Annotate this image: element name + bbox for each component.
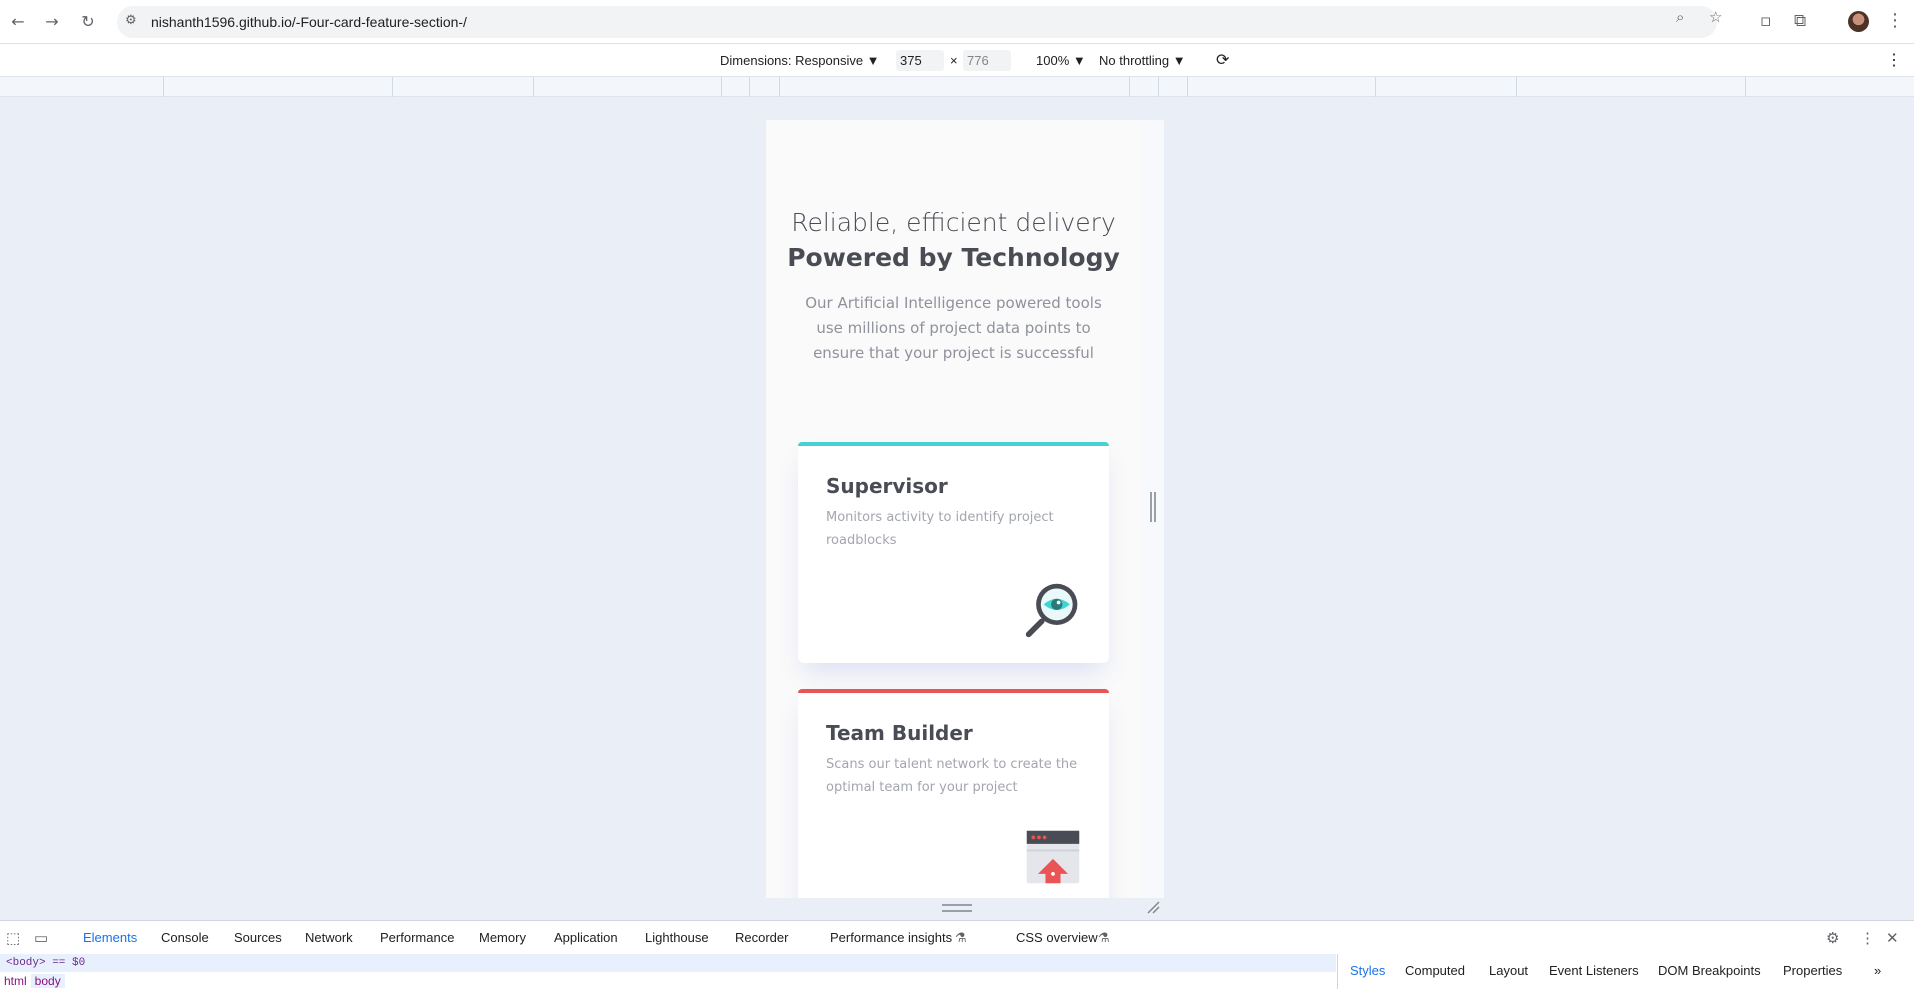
card-title: Team Builder bbox=[826, 721, 973, 745]
hero-title-line2: Powered by Technology bbox=[787, 243, 1120, 272]
tab-event-listeners[interactable]: Event Listeners bbox=[1549, 963, 1639, 978]
zoom-dropdown[interactable]: 100% ▼ bbox=[1036, 53, 1086, 68]
dimensions-dropdown[interactable]: Dimensions: Responsive ▼ bbox=[720, 53, 880, 68]
card-team-builder: Team Builder Scans our talent network to… bbox=[798, 689, 1109, 898]
upload-window-icon bbox=[1026, 830, 1080, 884]
tab-performance-insights[interactable]: Performance insights bbox=[830, 930, 952, 945]
extensions-puzzle-icon[interactable]: ⧉ bbox=[1794, 11, 1806, 31]
card-supervisor: Supervisor Monitors activity to identify… bbox=[798, 442, 1109, 663]
address-bar[interactable]: ⚙ nishanth1596.github.io/-Four-card-feat… bbox=[117, 6, 1717, 38]
rotate-icon[interactable]: ⟳ bbox=[1216, 50, 1229, 70]
breadcrumb-body[interactable]: body bbox=[30, 974, 65, 988]
zoom-icon[interactable]: ⌕ bbox=[1676, 8, 1684, 26]
tab-elements[interactable]: Elements bbox=[74, 930, 146, 956]
width-input[interactable]: 375 bbox=[896, 50, 944, 71]
more-tabs-icon[interactable]: » bbox=[1874, 963, 1881, 978]
flask-icon: ⚗ bbox=[955, 930, 967, 945]
magnifier-eye-icon bbox=[1025, 583, 1078, 638]
tab-console[interactable]: Console bbox=[161, 930, 209, 945]
hero-description: Our Artificial Intelligence powered tool… bbox=[805, 294, 1102, 362]
device-toggle-icon[interactable]: ▭ bbox=[34, 929, 48, 947]
tab-styles[interactable]: Styles bbox=[1350, 963, 1385, 978]
viewport-resize-handle-right[interactable] bbox=[1150, 492, 1156, 522]
forward-icon[interactable]: → bbox=[40, 10, 64, 34]
back-icon[interactable]: ← bbox=[6, 10, 30, 34]
hero-title: Reliable, efficient delivery Powered by … bbox=[766, 205, 1141, 275]
emulated-viewport: Reliable, efficient delivery Powered by … bbox=[766, 120, 1141, 898]
profile-avatar[interactable] bbox=[1848, 11, 1869, 32]
browser-menu-icon[interactable]: ⋮ bbox=[1886, 10, 1904, 31]
throttling-dropdown[interactable]: No throttling ▼ bbox=[1099, 53, 1186, 68]
tab-sources[interactable]: Sources bbox=[234, 930, 282, 945]
tab-layout[interactable]: Layout bbox=[1489, 963, 1528, 978]
tab-lighthouse[interactable]: Lighthouse bbox=[645, 930, 709, 945]
tab-network[interactable]: Network bbox=[305, 930, 353, 945]
tab-recorder[interactable]: Recorder bbox=[735, 930, 788, 945]
tab-performance[interactable]: Performance bbox=[380, 930, 454, 945]
tab-computed[interactable]: Computed bbox=[1405, 963, 1465, 978]
devtools-menu-icon[interactable]: ⋮ bbox=[1860, 929, 1875, 947]
viewport-resize-handle-bottom[interactable] bbox=[942, 904, 972, 912]
tab-css-overview[interactable]: CSS overview bbox=[1016, 930, 1098, 945]
tab-properties[interactable]: Properties bbox=[1783, 963, 1842, 978]
reload-icon[interactable]: ↻ bbox=[76, 10, 100, 34]
selected-node-line[interactable]: <body> == $0 bbox=[0, 954, 1336, 972]
tab-dom-breakpoints[interactable]: DOM Breakpoints bbox=[1658, 963, 1761, 978]
sidebar-tabs: Styles Computed Layout Event Listeners D… bbox=[1337, 954, 1914, 989]
extension-placeholder-icon[interactable]: ▫ bbox=[1760, 11, 1772, 31]
flask-icon: ⚗ bbox=[1098, 930, 1110, 945]
media-query-ruler[interactable] bbox=[0, 77, 1914, 97]
card-text: Scans our talent network to create the o… bbox=[826, 757, 1078, 795]
bookmark-star-icon[interactable]: ☆ bbox=[1709, 8, 1722, 26]
height-input[interactable]: 776 bbox=[963, 50, 1011, 71]
card-title: Supervisor bbox=[826, 474, 948, 498]
tab-memory[interactable]: Memory bbox=[479, 930, 526, 945]
site-settings-icon[interactable]: ⚙ bbox=[125, 13, 137, 28]
card-text: Monitors activity to identify project ro… bbox=[826, 510, 1054, 548]
url-text[interactable]: nishanth1596.github.io/-Four-card-featur… bbox=[151, 14, 467, 30]
device-toolbar: Dimensions: Responsive ▼ 375 × 776 100% … bbox=[0, 44, 1914, 77]
close-icon[interactable]: ✕ bbox=[1886, 929, 1899, 947]
times-sign: × bbox=[950, 53, 958, 68]
inspect-element-icon[interactable]: ⬚ bbox=[6, 929, 20, 947]
viewport-resize-corner-icon[interactable] bbox=[1146, 900, 1160, 914]
tab-application[interactable]: Application bbox=[554, 930, 618, 945]
breadcrumb-html[interactable]: html bbox=[0, 974, 31, 988]
browser-toolbar: ← → ↻ ⚙ nishanth1596.github.io/-Four-car… bbox=[0, 0, 1914, 44]
settings-gear-icon[interactable]: ⚙ bbox=[1826, 929, 1839, 947]
devtools-panel: ⬚ ▭ Elements Console Sources Network Per… bbox=[0, 920, 1914, 989]
device-toolbar-menu-icon[interactable]: ⋮ bbox=[1886, 50, 1902, 70]
hero-title-line1: Reliable, efficient delivery bbox=[791, 208, 1116, 237]
breadcrumb: html body bbox=[0, 972, 65, 989]
